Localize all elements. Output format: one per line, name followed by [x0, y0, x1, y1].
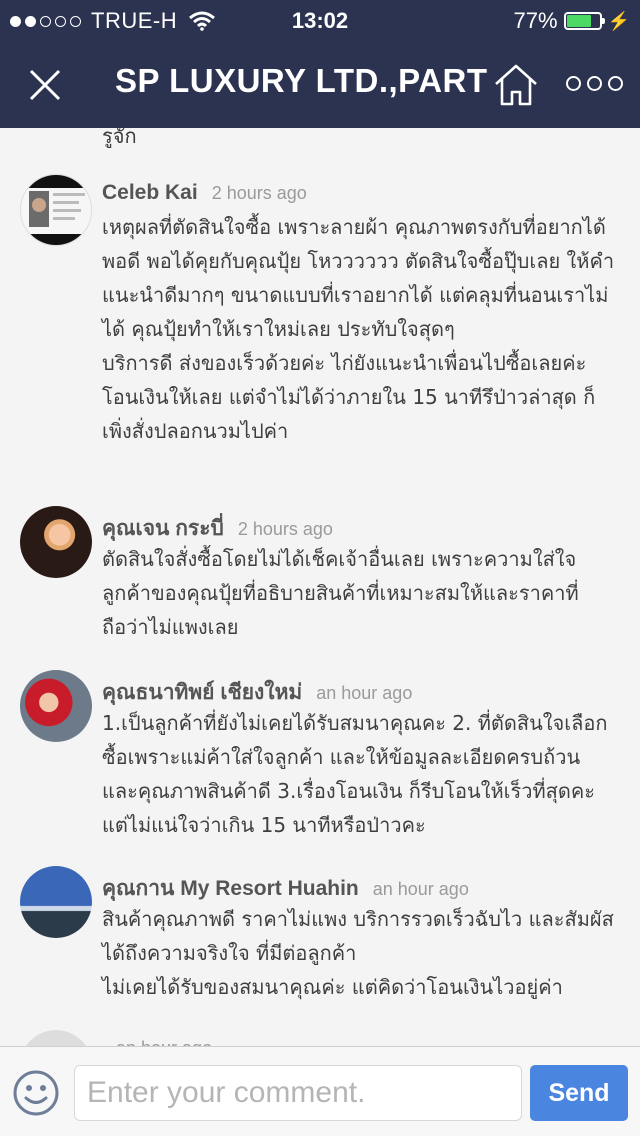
avatar[interactable]	[20, 866, 92, 938]
avatar[interactable]	[20, 174, 92, 246]
comment-text: ตัดสินใจสั่งซื้อโดยไม่ได้เช็คเจ้าอื่นเลย…	[102, 547, 579, 639]
partial-comment-text: รูจัก	[102, 128, 137, 148]
battery-fill	[566, 15, 592, 27]
comment-time: 2 hours ago	[211, 183, 307, 203]
avatar[interactable]	[20, 670, 92, 742]
battery-area: 77% ⚡	[514, 8, 630, 34]
more-dot	[566, 76, 581, 91]
author-name: คุณเจน กระบี่	[102, 517, 224, 540]
comments-list[interactable]: รูจัก Celeb Kai 2 hours ago เหตุผลที่ตัดส…	[0, 128, 640, 1046]
comment-input[interactable]	[74, 1065, 522, 1121]
nav-bar: SP LUXURY LTD.,PART	[0, 40, 640, 128]
charging-bolt-icon: ⚡	[607, 10, 630, 31]
more-dot	[608, 76, 623, 91]
send-button[interactable]: Send	[530, 1065, 628, 1121]
comment-time: an hour ago	[316, 683, 413, 703]
avatar[interactable]	[20, 506, 92, 578]
comment-time: an hour ago	[372, 879, 469, 899]
close-icon[interactable]	[20, 60, 70, 110]
smiley-icon[interactable]	[12, 1069, 60, 1117]
comment-author[interactable]: Celeb Kai 2 hours ago	[102, 181, 307, 205]
author-name: คุณธนาทิพย์ เชียงใหม่	[102, 681, 303, 704]
home-icon[interactable]	[492, 62, 540, 108]
status-bar: TRUE-H 13:02 77% ⚡	[0, 0, 640, 40]
comment-author[interactable]: คุณเจน กระบี่ 2 hours ago	[102, 512, 333, 545]
comment-text: สินค้าคุณภาพดี ราคาไม่แพง บริการรวดเร็วฉ…	[102, 907, 614, 999]
comment-time: 2 hours ago	[237, 519, 333, 539]
battery-icon	[563, 12, 605, 30]
more-icon[interactable]	[566, 76, 623, 91]
comment-text: 1.เป็นลูกค้าที่ยังไม่เคยได้รับสมนาคุณคะ …	[102, 711, 608, 837]
comment-text: เหตุผลที่ตัดสินใจซื้อ เพราะลายผ้า คุณภาพ…	[102, 215, 615, 443]
more-dot	[587, 76, 602, 91]
comment-time: an hour ago	[116, 1038, 212, 1046]
comment-author[interactable]: คุณกาน My Resort Huahin an hour ago	[102, 872, 469, 905]
comment-author[interactable]: คุณธนาทิพย์ เชียงใหม่ an hour ago	[102, 676, 412, 709]
author-name: Celeb Kai	[102, 181, 198, 204]
comment-input-bar: Send	[0, 1046, 640, 1136]
battery-percent: 77%	[513, 8, 558, 33]
avatar-image	[21, 175, 91, 245]
comment-author[interactable]: an hour ago	[102, 1036, 212, 1046]
avatar[interactable]	[20, 1030, 92, 1046]
page-title: SP LUXURY LTD.,PART	[115, 62, 488, 99]
author-name: คุณกาน My Resort Huahin	[102, 877, 359, 900]
